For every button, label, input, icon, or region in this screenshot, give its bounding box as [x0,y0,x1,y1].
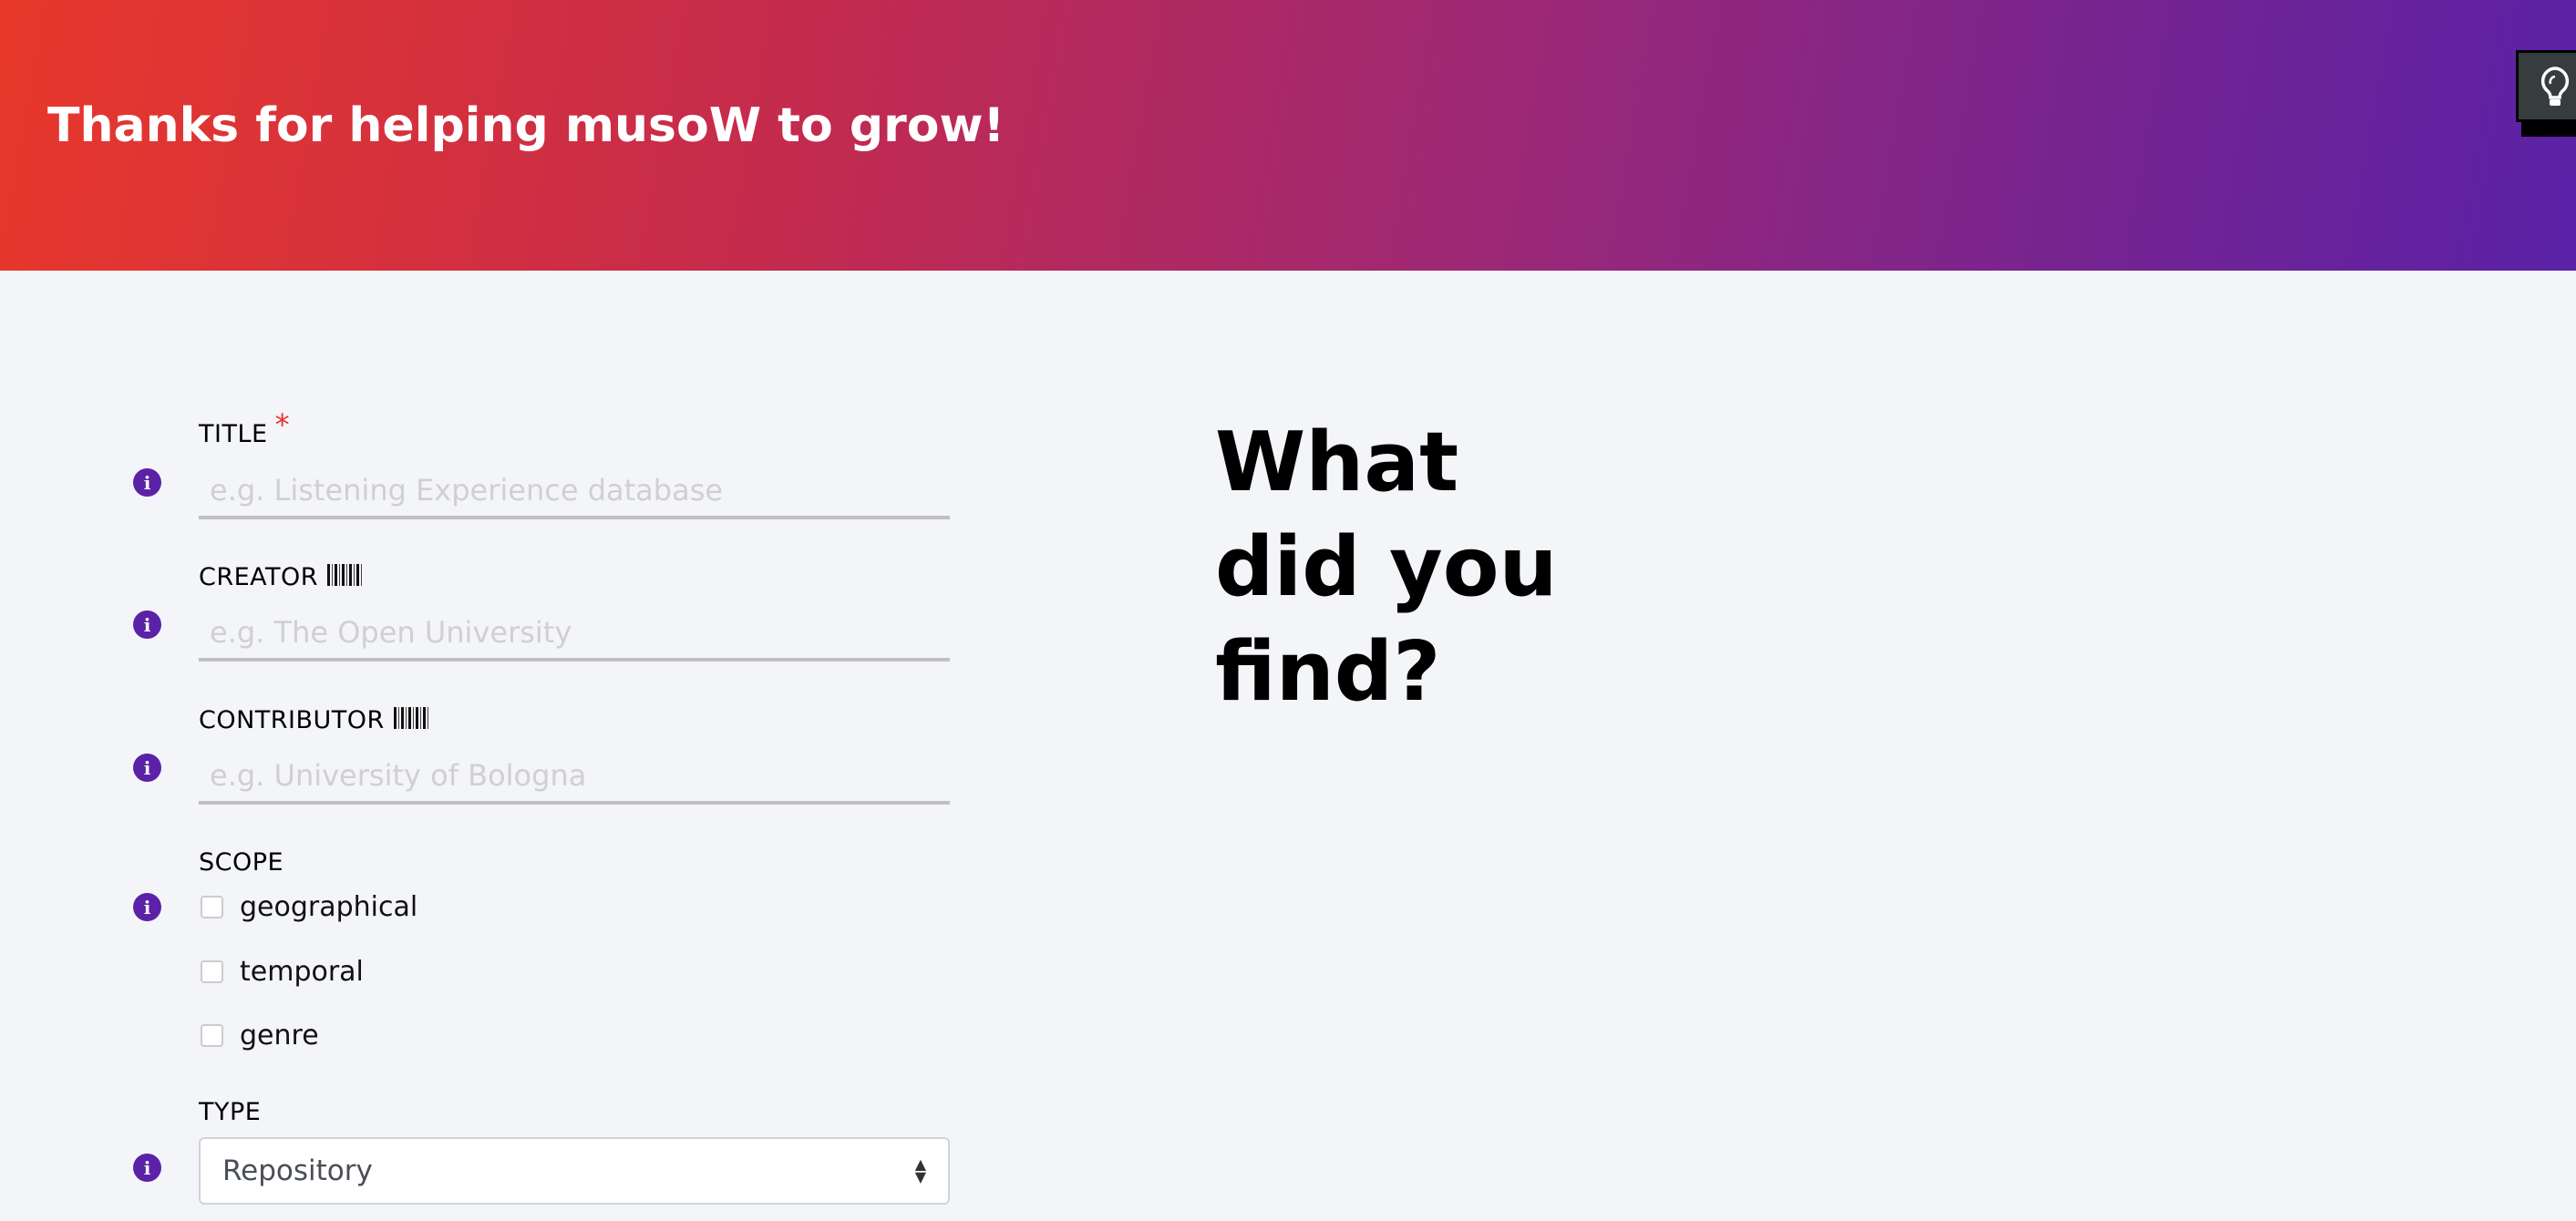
sort-arrows-icon: ▲ ▼ [914,1155,926,1185]
checkbox[interactable] [201,960,223,983]
required-mark: * [274,407,291,442]
title-input[interactable] [199,465,950,519]
type-label: TYPE [199,1098,262,1126]
section-heading: What did you find? [1215,415,1558,720]
page-title: Thanks for helping musoW to grow! [47,98,1005,153]
title-label: TITLE * [199,407,291,448]
info-icon[interactable]: i [133,468,161,497]
info-icon[interactable]: i [133,754,161,782]
barcode-icon [327,564,365,586]
scope-checkbox-temporal[interactable]: temporal [201,956,364,988]
info-icon[interactable]: i [133,610,161,639]
info-icon[interactable]: i [133,1154,161,1182]
creator-label: CREATOR [199,563,365,591]
scope-checkbox-geographical[interactable]: geographical [201,891,417,923]
barcode-icon [393,707,430,729]
scope-checkbox-genre[interactable]: genre [201,1020,319,1052]
info-icon[interactable]: i [133,893,161,921]
contributor-label: CONTRIBUTOR [199,706,430,734]
lightbulb-icon [2540,66,2570,106]
contributor-input[interactable] [199,750,950,805]
checkbox[interactable] [201,1024,223,1047]
header-banner: Thanks for helping musoW to grow! [0,0,2576,271]
creator-input[interactable] [199,607,950,662]
scope-label: SCOPE [199,848,284,877]
type-selected-value: Repository [222,1154,373,1187]
type-select[interactable]: Repository ▲ ▼ [199,1137,950,1205]
tips-button[interactable] [2516,50,2576,122]
checkbox[interactable] [201,896,223,918]
